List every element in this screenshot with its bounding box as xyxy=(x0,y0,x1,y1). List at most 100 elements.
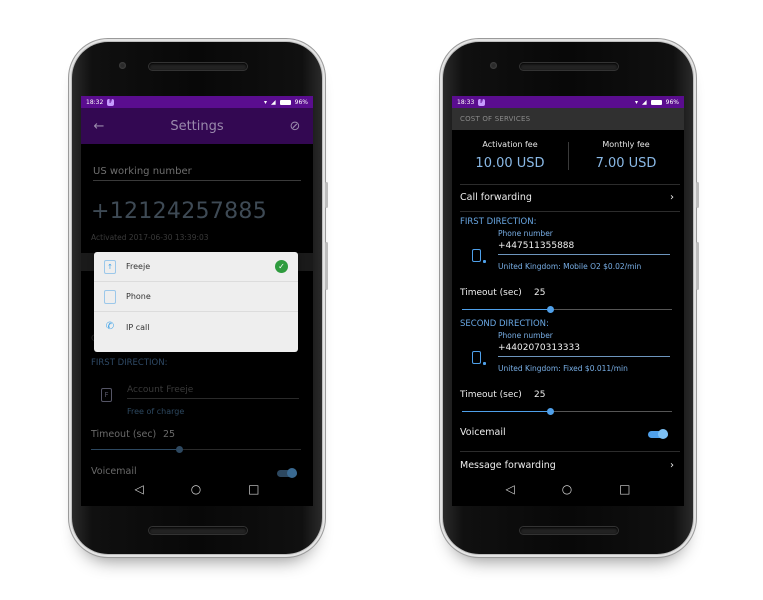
call-method-dialog: ↑ Freeje ✓ Phone ✆ IP call xyxy=(94,252,298,352)
timeout-label: Timeout (sec) xyxy=(91,429,157,440)
stage: 18:32 F ▾ ◢ 96% ← Settings ⊘ US working … xyxy=(0,0,763,600)
dialog-item-freeje[interactable]: ↑ Freeje ✓ xyxy=(94,252,298,282)
status-time: 18:32 xyxy=(86,98,104,106)
divider xyxy=(460,211,680,212)
activation-fee: Activation fee 10.00 USD xyxy=(452,140,568,171)
nav-back-icon[interactable]: ◁ xyxy=(134,482,143,496)
activation-fee-value: 10.00 USD xyxy=(475,156,545,171)
second-phone-label: Phone number xyxy=(498,331,553,340)
volume-button xyxy=(696,182,699,208)
timeout-value-1: 25 xyxy=(534,288,546,298)
monthly-fee: Monthly fee 7.00 USD xyxy=(568,140,684,171)
power-button xyxy=(696,242,699,290)
screen-left: 18:32 F ▾ ◢ 96% ← Settings ⊘ US working … xyxy=(81,96,313,506)
nav-home-icon[interactable]: ○ xyxy=(191,482,201,496)
signal-icon: ◢ xyxy=(271,98,276,106)
status-bar: 18:32 F ▾ ◢ 96% xyxy=(81,96,313,108)
bottom-speaker xyxy=(149,527,247,534)
timeout-slider[interactable] xyxy=(91,446,301,453)
first-phone-label: Phone number xyxy=(498,229,553,238)
dialog-item-label: Phone xyxy=(126,292,151,301)
freeje-account-icon: F xyxy=(101,388,112,402)
slider-knob[interactable] xyxy=(176,446,184,453)
slider-fill xyxy=(462,309,551,310)
dialog-item-ip-call[interactable]: ✆ IP call xyxy=(94,312,298,342)
front-camera xyxy=(119,62,126,69)
first-direction-heading: FIRST DIRECTION: xyxy=(91,358,168,368)
phone-icon xyxy=(104,289,116,304)
toolbar: ← Settings ⊘ xyxy=(81,108,313,144)
dialog-item-label: IP call xyxy=(126,322,150,332)
top-speaker xyxy=(520,63,618,70)
arrow-left-icon[interactable]: ← xyxy=(91,119,107,134)
check-circle-icon[interactable]: ⊘ xyxy=(287,119,303,134)
first-phone-input[interactable]: +447511355888 xyxy=(498,241,670,255)
timeout-value-2: 25 xyxy=(534,390,546,400)
mobile-phone-icon[interactable] xyxy=(472,249,486,263)
divider xyxy=(460,451,680,452)
freeje-notification-icon: F xyxy=(107,98,115,106)
check-icon: ✓ xyxy=(275,260,288,273)
activated-date: Activated 2017-06-30 13:39:03 xyxy=(91,233,209,242)
second-phone-input[interactable]: +4402070313333 xyxy=(498,343,670,357)
slider-knob[interactable] xyxy=(547,306,555,313)
divider xyxy=(460,184,680,185)
field-underline xyxy=(93,180,301,181)
phone-left: 18:32 F ▾ ◢ 96% ← Settings ⊘ US working … xyxy=(72,42,328,554)
ip-call-icon: ✆ xyxy=(105,321,115,332)
battery-icon xyxy=(650,99,662,105)
nav-bar: ◁ ○ □ xyxy=(452,472,684,506)
second-carrier: United Kingdom: Fixed $0.011/min xyxy=(498,364,628,373)
slider-knob[interactable] xyxy=(547,408,555,415)
battery-level: 96% xyxy=(665,98,679,106)
message-forwarding-label: Message forwarding xyxy=(460,460,556,471)
dialog-item-label: Freeje xyxy=(126,262,151,271)
section-header: COST OF SERVICES xyxy=(452,108,684,130)
page-title: Settings xyxy=(170,118,224,134)
signal-icon: ◢ xyxy=(642,98,647,106)
phone-right: 18:33 F ▾ ◢ 96% COST OF SERVICES Activat… xyxy=(443,42,699,554)
mobile-phone-icon[interactable] xyxy=(472,351,486,365)
timeout-label-1: Timeout (sec) xyxy=(460,288,522,298)
freeje-notification-icon: F xyxy=(478,98,486,106)
monthly-fee-label: Monthly fee xyxy=(602,140,650,149)
chevron-right-icon: › xyxy=(670,192,674,203)
timeout-slider-2[interactable] xyxy=(462,408,672,415)
second-direction-heading: SECOND DIRECTION: xyxy=(460,319,549,329)
free-of-charge: Free of charge xyxy=(127,407,185,416)
slider-fill xyxy=(462,411,551,412)
battery-level: 96% xyxy=(294,98,308,106)
first-carrier: United Kingdom: Mobile O2 $0.02/min xyxy=(498,262,642,271)
nav-bar: ◁ ○ □ xyxy=(81,472,313,506)
voicemail-row: Voicemail xyxy=(460,427,674,438)
front-camera xyxy=(490,62,497,69)
timeout-label-2: Timeout (sec) xyxy=(460,390,522,400)
wifi-icon: ▾ xyxy=(635,98,639,106)
timeout-value: 25 xyxy=(163,429,176,440)
working-number-label: US working number xyxy=(93,166,192,177)
voicemail-toggle[interactable] xyxy=(648,429,668,439)
chevron-right-icon: › xyxy=(670,460,674,471)
timeout-slider-1[interactable] xyxy=(462,306,672,313)
status-time: 18:33 xyxy=(457,98,475,106)
activation-fee-label: Activation fee xyxy=(482,140,538,149)
account-input[interactable]: Account Freeje xyxy=(127,385,299,399)
call-forwarding-row[interactable]: Call forwarding › xyxy=(460,192,674,203)
message-forwarding-row[interactable]: Message forwarding › xyxy=(460,460,674,471)
wifi-icon: ▾ xyxy=(264,98,268,106)
dialog-item-phone[interactable]: Phone xyxy=(94,282,298,312)
volume-button xyxy=(325,182,328,208)
phone-number: +12124257885 xyxy=(91,199,268,224)
toggle-knob xyxy=(658,429,668,439)
nav-home-icon[interactable]: ○ xyxy=(562,482,572,496)
battery-icon xyxy=(279,99,291,105)
power-button xyxy=(325,242,328,290)
nav-recent-icon[interactable]: □ xyxy=(619,482,630,496)
status-bar: 18:33 F ▾ ◢ 96% xyxy=(452,96,684,108)
nav-back-icon[interactable]: ◁ xyxy=(505,482,514,496)
freeje-app-icon: ↑ xyxy=(104,259,116,274)
nav-recent-icon[interactable]: □ xyxy=(248,482,259,496)
slider-fill xyxy=(91,449,180,450)
call-forwarding-label: Call forwarding xyxy=(460,192,532,203)
screen-right: 18:33 F ▾ ◢ 96% COST OF SERVICES Activat… xyxy=(452,96,684,506)
